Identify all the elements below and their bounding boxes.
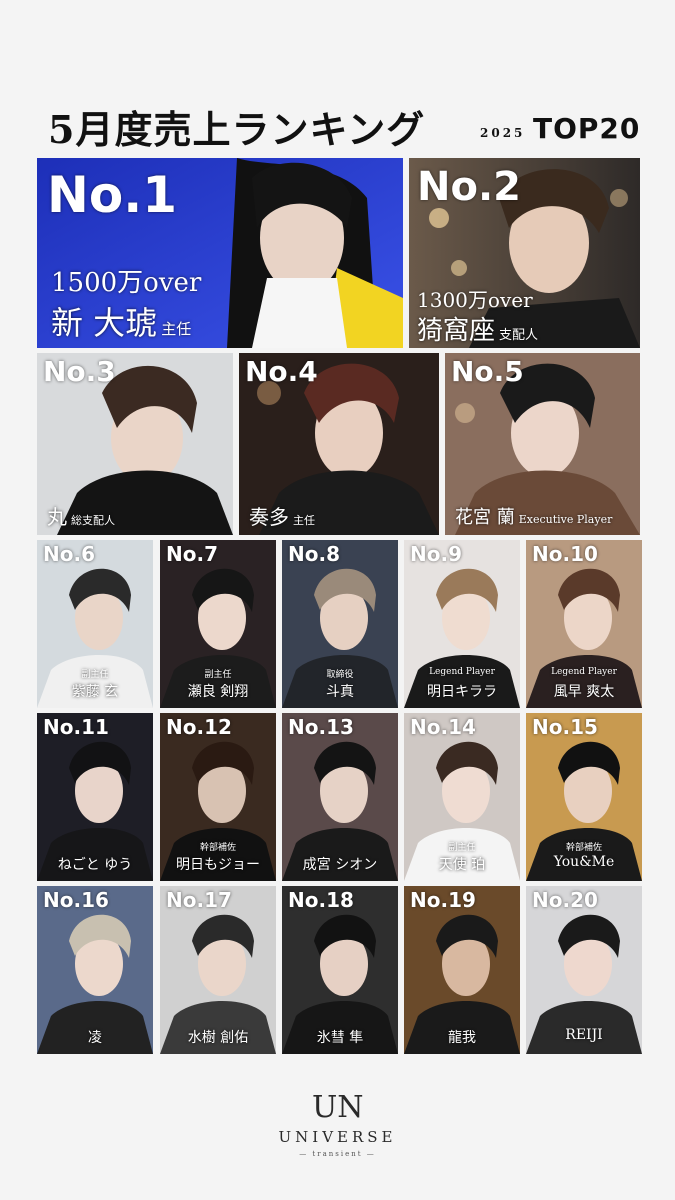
rank-card-11[interactable]: No.11 ねごと ゆう: [37, 713, 153, 881]
rank-card-5[interactable]: No.5 花宮 蘭 Executive Player: [445, 353, 640, 535]
host-name: 瀬良 剣翔: [187, 684, 249, 700]
host-name: 明日もジョー: [176, 857, 260, 873]
sales-label: 1500万over: [51, 268, 202, 298]
rank-number: No.7: [166, 542, 218, 566]
rank-card-16[interactable]: No.16 凌: [37, 886, 153, 1054]
host-title: Executive Player: [518, 513, 613, 526]
host-name: 明日キララ: [427, 684, 497, 700]
host-role: 副主任: [448, 843, 476, 853]
sales-label: 1300万over: [417, 288, 533, 312]
host-name: 紫藤 玄: [71, 684, 119, 700]
host-title: 総支配人: [71, 514, 115, 527]
rank-card-9[interactable]: No.9 Legend Player 明日キララ: [404, 540, 520, 708]
rank-card-10[interactable]: No.10 Legend Player 風早 爽太: [526, 540, 642, 708]
rank-number: No.3: [43, 355, 116, 388]
logo-mark: UN: [312, 1090, 364, 1125]
host-name: 斗真: [326, 684, 354, 700]
host-name: ねごと ゆう: [57, 857, 133, 873]
host-name: 成宮 シオン: [302, 857, 378, 873]
rank-card-4[interactable]: No.4 奏多 主任: [239, 353, 439, 535]
rank-card-17[interactable]: No.17 水樹 創佑: [160, 886, 276, 1054]
rank-card-15[interactable]: No.15 幹部補佐 You&Me: [526, 713, 642, 881]
rank-card-6[interactable]: No.6 副主任紫藤 玄: [37, 540, 153, 708]
rank-card-7[interactable]: No.7 副主任瀬良 剣翔: [160, 540, 276, 708]
host-title: 主任: [161, 320, 192, 338]
rank-number: No.10: [532, 542, 598, 566]
host-name: You&Me: [553, 854, 615, 870]
host-name: 龍我: [448, 1030, 476, 1046]
host-name: 天使 珀: [438, 857, 486, 873]
host-role: Legend Player: [551, 667, 617, 677]
rank-number: No.13: [288, 715, 354, 739]
rank-number: No.5: [451, 355, 524, 388]
host-role: Legend Player: [429, 667, 495, 677]
rank-card-8[interactable]: No.8 取締役斗真: [282, 540, 398, 708]
rank-number: No.1: [47, 166, 177, 224]
host-role: 副主任: [204, 670, 232, 680]
host-name: 丸: [47, 505, 67, 529]
rank-number: No.4: [245, 355, 318, 388]
rank-number: No.11: [43, 715, 109, 739]
rank-card-14[interactable]: No.14 副主任天使 珀: [404, 713, 520, 881]
host-name: 水樹 創佑: [187, 1030, 249, 1046]
host-name: 氷彗 隼: [316, 1030, 364, 1046]
rank-card-19[interactable]: No.19 龍我: [404, 886, 520, 1054]
rank-number: No.12: [166, 715, 232, 739]
rank-card-1[interactable]: No.1 1500万over 新 大琥 主任: [37, 158, 403, 348]
rank-number: No.8: [288, 542, 340, 566]
host-name: 新 大琥: [51, 304, 158, 342]
rank-number: No.18: [288, 888, 354, 912]
rank-number: No.20: [532, 888, 598, 912]
rank-number: No.16: [43, 888, 109, 912]
rank-number: No.2: [417, 164, 521, 210]
brand-logo: UN UNIVERSE — transient —: [0, 1078, 675, 1178]
host-role: 幹部補佐: [565, 843, 602, 853]
host-title: 主任: [293, 514, 315, 527]
host-role: 取締役: [326, 670, 354, 680]
rank-card-12[interactable]: No.12 幹部補佐明日もジョー: [160, 713, 276, 881]
host-title: 支配人: [499, 328, 539, 343]
host-role: 幹部補佐: [199, 843, 236, 853]
name-label: 丸総支配人: [47, 501, 115, 530]
rank-number: No.6: [43, 542, 95, 566]
rank-card-18[interactable]: No.18 氷彗 隼: [282, 886, 398, 1054]
year-label: 2025: [480, 126, 526, 140]
rank-card-2[interactable]: No.2 1300万over 猗窩座 支配人: [409, 158, 640, 348]
host-name: 風早 爽太: [553, 684, 615, 700]
name-label: 新 大琥 主任: [51, 298, 191, 344]
name-label: 花宮 蘭 Executive Player: [455, 503, 612, 529]
rank-card-13[interactable]: No.13 成宮 シオン: [282, 713, 398, 881]
top-label: TOP20: [533, 112, 641, 145]
page-title: 5月度売上ランキング: [48, 107, 426, 152]
rank-number: No.15: [532, 715, 598, 739]
rank-number: No.9: [410, 542, 462, 566]
host-name: REIJI: [565, 1027, 603, 1043]
logo-name: UNIVERSE: [278, 1128, 397, 1146]
rank-card-3[interactable]: No.3 丸総支配人: [37, 353, 233, 535]
rank-number: No.19: [410, 888, 476, 912]
name-label: 猗窩座 支配人: [417, 310, 538, 347]
logo-subtitle: — transient —: [299, 1150, 376, 1158]
rank-number: No.17: [166, 888, 232, 912]
header: 5月度売上ランキング 2025 TOP20: [0, 0, 675, 158]
host-name: 奏多: [249, 505, 289, 529]
name-label: 奏多 主任: [249, 501, 315, 530]
rank-card-20[interactable]: No.20 REIJI: [526, 886, 642, 1054]
host-name: 凌: [88, 1030, 102, 1046]
host-name: 猗窩座: [417, 316, 496, 346]
host-role: 副主任: [81, 670, 109, 680]
rank-number: No.14: [410, 715, 476, 739]
host-name: 花宮 蘭: [455, 507, 515, 528]
